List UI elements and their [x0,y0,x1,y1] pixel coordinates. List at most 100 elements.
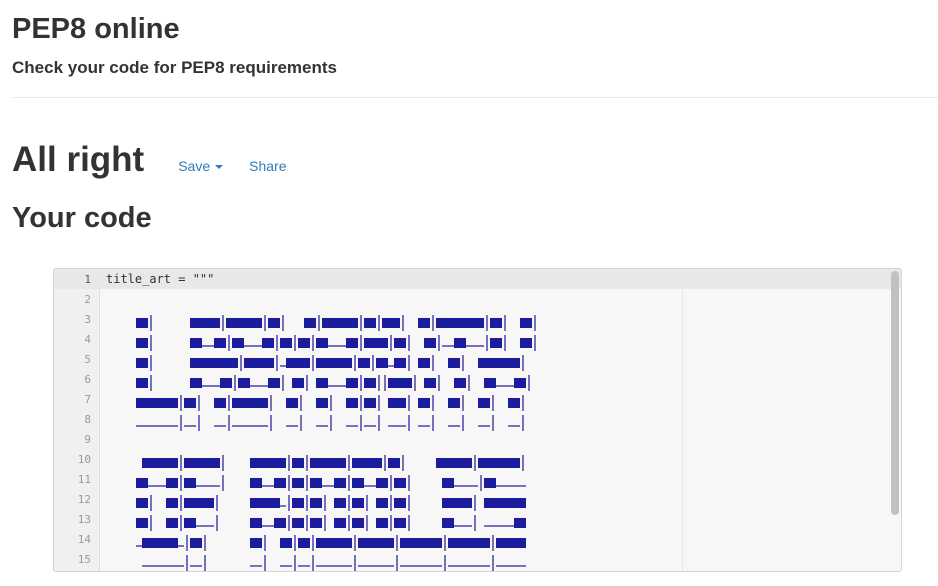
art-block [358,458,364,468]
ascii-art-block-bottom [136,453,526,571]
art-block [268,338,274,348]
art-block [514,538,520,548]
art-block [172,478,178,488]
art-shadow [492,415,494,431]
art-shadow [520,565,526,567]
art-block [352,338,358,348]
art-shadow [502,385,508,387]
art-block [388,538,394,548]
art-shadow [462,355,464,371]
art-shadow [262,425,268,427]
line-number: 12 [77,492,91,506]
art-shadow [324,515,326,531]
art-block [166,518,172,528]
art-shadow [334,385,340,387]
art-block [208,318,214,328]
art-block [166,538,172,548]
art-shadow [418,425,424,427]
art-block [196,358,202,368]
art-block [370,318,376,328]
art-block [232,318,238,328]
art-shadow [504,335,506,351]
art-block [274,498,280,508]
share-link[interactable]: Share [249,158,286,174]
art-shadow [256,565,262,567]
art-block [490,338,496,348]
art-block [286,338,292,348]
art-shadow [502,485,508,487]
art-block [280,458,286,468]
art-block [382,538,388,548]
art-shadow [208,345,214,347]
line-number: 3 [84,312,91,326]
art-shadow [160,425,166,427]
art-shadow [300,395,302,411]
art-block [196,338,202,348]
art-block [310,498,316,508]
art-block [136,518,142,528]
art-block [334,518,340,528]
code-line: 1 title_art = """ [54,269,901,289]
art-block [442,498,448,508]
art-shadow [370,485,376,487]
art-block [478,318,484,328]
art-shadow [268,485,274,487]
art-block [394,358,400,368]
art-block [436,318,442,328]
art-shadow [264,555,266,571]
art-block [322,318,328,328]
art-block [196,498,202,508]
art-shadow [202,525,208,527]
art-block [184,398,190,408]
art-block [400,518,406,528]
art-block [292,478,298,488]
art-block [340,318,346,328]
save-dropdown-button[interactable]: Save [178,158,224,174]
art-shadow [478,345,484,347]
result-title: All right [12,140,145,179]
art-block [502,538,508,548]
art-shadow [432,395,434,411]
art-block [472,538,478,548]
art-block [514,358,520,368]
art-block [352,378,358,388]
art-block [280,518,286,528]
art-block [148,538,154,548]
art-shadow [454,425,460,427]
art-block [340,538,346,548]
art-block [346,318,352,328]
art-block [136,318,142,328]
art-block [220,338,226,348]
art-shadow [394,425,400,427]
art-block [184,518,190,528]
art-shadow [460,525,466,527]
art-block [484,398,490,408]
art-shadow [408,495,410,511]
art-shadow [402,455,404,471]
art-shadow [534,335,536,351]
art-shadow [534,315,536,331]
art-shadow [222,475,224,491]
art-block [142,318,148,328]
art-shadow [184,425,190,427]
art-shadow [522,455,524,471]
vertical-scrollbar[interactable] [891,271,899,515]
art-block [166,478,172,488]
line-code: title_art = """ [106,272,215,286]
art-shadow [408,395,410,411]
art-block [238,398,244,408]
art-block [490,478,496,488]
art-shadow [360,415,362,431]
art-shadow [514,565,520,567]
art-block [496,458,502,468]
code-editor[interactable]: 1 title_art = """ 2 3 4 5 6 7 8 9 10 11 12 13 14 15 [53,268,902,572]
art-shadow [324,495,326,511]
art-shadow [390,495,392,511]
art-block [328,318,334,328]
art-block [256,398,262,408]
art-shadow [496,525,502,527]
art-shadow [214,385,220,387]
art-shadow [424,425,430,427]
art-block [394,318,400,328]
art-shadow [472,345,478,347]
